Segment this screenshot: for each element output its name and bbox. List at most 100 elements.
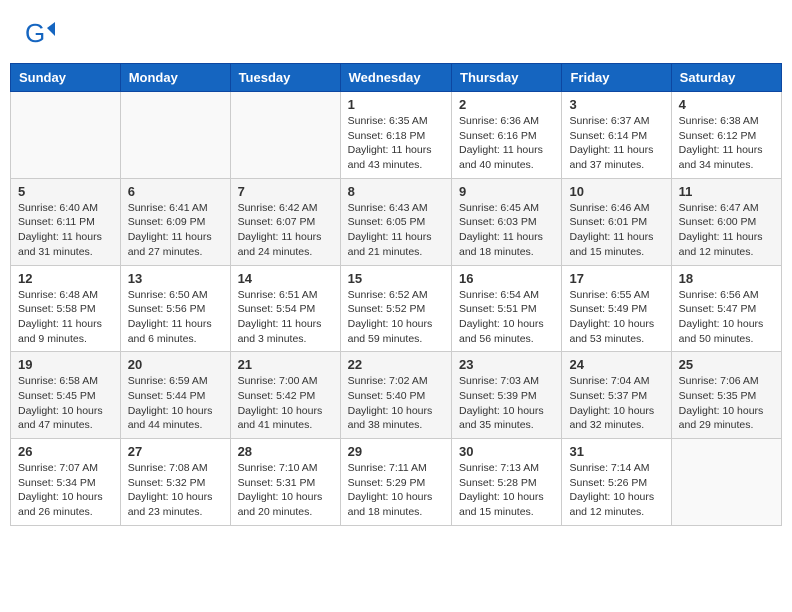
day-number: 20 <box>128 357 223 372</box>
day-number: 10 <box>569 184 663 199</box>
calendar-cell: 19 Sunrise: 6:58 AM Sunset: 5:45 PM Dayli… <box>11 352 121 439</box>
day-number: 6 <box>128 184 223 199</box>
calendar-cell: 6 Sunrise: 6:41 AM Sunset: 6:09 PM Daylig… <box>120 178 230 265</box>
day-number: 16 <box>459 271 554 286</box>
day-number: 26 <box>18 444 113 459</box>
calendar-cell: 11 Sunrise: 6:47 AM Sunset: 6:00 PM Dayli… <box>671 178 781 265</box>
day-number: 5 <box>18 184 113 199</box>
calendar-cell: 5 Sunrise: 6:40 AM Sunset: 6:11 PM Daylig… <box>11 178 121 265</box>
calendar-cell: 8Sunrise: 6:43 AM Sunset: 6:05 PM Daylig… <box>340 178 451 265</box>
svg-text:G: G <box>25 20 45 48</box>
day-info: Sunrise: 6:45 AM Sunset: 6:03 PM Dayligh… <box>459 201 554 260</box>
day-info: Sunrise: 7:06 AM Sunset: 5:35 PM Dayligh… <box>679 374 774 433</box>
calendar-cell <box>671 439 781 526</box>
day-number: 28 <box>238 444 333 459</box>
day-info: Sunrise: 7:02 AM Sunset: 5:40 PM Dayligh… <box>348 374 444 433</box>
calendar-cell: 22 Sunrise: 7:02 AM Sunset: 5:40 PM Dayli… <box>340 352 451 439</box>
day-info: Sunrise: 6:51 AM Sunset: 5:54 PM Dayligh… <box>238 288 333 347</box>
day-info: Sunrise: 6:52 AM Sunset: 5:52 PM Dayligh… <box>348 288 444 347</box>
day-info: Sunrise: 6:46 AM Sunset: 6:01 PM Dayligh… <box>569 201 663 260</box>
calendar-cell: 17 Sunrise: 6:55 AM Sunset: 5:49 PM Dayli… <box>562 265 671 352</box>
day-number: 11 <box>679 184 774 199</box>
week-row-5: 26Sunrise: 7:07 AM Sunset: 5:34 PM Dayli… <box>11 439 782 526</box>
day-info: Sunrise: 7:13 AM Sunset: 5:28 PM Dayligh… <box>459 461 554 520</box>
day-number: 17 <box>569 271 663 286</box>
day-number: 2 <box>459 97 554 112</box>
day-info: Sunrise: 7:14 AM Sunset: 5:26 PM Dayligh… <box>569 461 663 520</box>
logo-icon: G <box>25 20 55 50</box>
calendar-cell: 18 Sunrise: 6:56 AM Sunset: 5:47 PM Dayli… <box>671 265 781 352</box>
day-info: Sunrise: 6:47 AM Sunset: 6:00 PM Dayligh… <box>679 201 774 260</box>
calendar-table: SundayMondayTuesdayWednesdayThursdayFrid… <box>10 63 782 526</box>
day-info: Sunrise: 6:36 AM Sunset: 6:16 PM Dayligh… <box>459 114 554 173</box>
day-number: 30 <box>459 444 554 459</box>
day-number: 7 <box>238 184 333 199</box>
day-info: Sunrise: 6:35 AM Sunset: 6:18 PM Dayligh… <box>348 114 444 173</box>
day-number: 22 <box>348 357 444 372</box>
week-row-3: 12Sunrise: 6:48 AM Sunset: 5:58 PM Dayli… <box>11 265 782 352</box>
calendar-cell: 31Sunrise: 7:14 AM Sunset: 5:26 PM Dayli… <box>562 439 671 526</box>
day-info: Sunrise: 6:37 AM Sunset: 6:14 PM Dayligh… <box>569 114 663 173</box>
calendar-cell: 10 Sunrise: 6:46 AM Sunset: 6:01 PM Dayli… <box>562 178 671 265</box>
day-info: Sunrise: 6:59 AM Sunset: 5:44 PM Dayligh… <box>128 374 223 433</box>
day-info: Sunrise: 6:42 AM Sunset: 6:07 PM Dayligh… <box>238 201 333 260</box>
day-info: Sunrise: 7:04 AM Sunset: 5:37 PM Dayligh… <box>569 374 663 433</box>
weekday-header-thursday: Thursday <box>452 64 562 92</box>
day-info: Sunrise: 6:41 AM Sunset: 6:09 PM Dayligh… <box>128 201 223 260</box>
day-info: Sunrise: 6:58 AM Sunset: 5:45 PM Dayligh… <box>18 374 113 433</box>
day-info: Sunrise: 7:03 AM Sunset: 5:39 PM Dayligh… <box>459 374 554 433</box>
day-info: Sunrise: 6:54 AM Sunset: 5:51 PM Dayligh… <box>459 288 554 347</box>
calendar-cell: 14 Sunrise: 6:51 AM Sunset: 5:54 PM Dayli… <box>230 265 340 352</box>
page-header: G <box>10 10 782 55</box>
calendar-cell: 4 Sunrise: 6:38 AM Sunset: 6:12 PM Daylig… <box>671 92 781 179</box>
calendar-cell: 29 Sunrise: 7:11 AM Sunset: 5:29 PM Dayli… <box>340 439 451 526</box>
logo: G <box>25 20 58 50</box>
calendar-cell: 3 Sunrise: 6:37 AM Sunset: 6:14 PM Daylig… <box>562 92 671 179</box>
calendar-cell: 30 Sunrise: 7:13 AM Sunset: 5:28 PM Dayli… <box>452 439 562 526</box>
day-info: Sunrise: 6:50 AM Sunset: 5:56 PM Dayligh… <box>128 288 223 347</box>
day-info: Sunrise: 6:38 AM Sunset: 6:12 PM Dayligh… <box>679 114 774 173</box>
weekday-header-sunday: Sunday <box>11 64 121 92</box>
calendar-cell: 9Sunrise: 6:45 AM Sunset: 6:03 PM Daylig… <box>452 178 562 265</box>
calendar-cell: 26Sunrise: 7:07 AM Sunset: 5:34 PM Dayli… <box>11 439 121 526</box>
calendar-cell: 16 Sunrise: 6:54 AM Sunset: 5:51 PM Dayli… <box>452 265 562 352</box>
calendar-cell: 2 Sunrise: 6:36 AM Sunset: 6:16 PM Daylig… <box>452 92 562 179</box>
calendar-cell: 12Sunrise: 6:48 AM Sunset: 5:58 PM Dayli… <box>11 265 121 352</box>
day-number: 13 <box>128 271 223 286</box>
day-number: 23 <box>459 357 554 372</box>
day-info: Sunrise: 7:08 AM Sunset: 5:32 PM Dayligh… <box>128 461 223 520</box>
calendar-cell: 27Sunrise: 7:08 AM Sunset: 5:32 PM Dayli… <box>120 439 230 526</box>
day-info: Sunrise: 6:55 AM Sunset: 5:49 PM Dayligh… <box>569 288 663 347</box>
day-number: 29 <box>348 444 444 459</box>
calendar-cell <box>120 92 230 179</box>
day-number: 25 <box>679 357 774 372</box>
day-number: 19 <box>18 357 113 372</box>
day-info: Sunrise: 7:11 AM Sunset: 5:29 PM Dayligh… <box>348 461 444 520</box>
day-info: Sunrise: 7:10 AM Sunset: 5:31 PM Dayligh… <box>238 461 333 520</box>
weekday-header-saturday: Saturday <box>671 64 781 92</box>
day-info: Sunrise: 6:56 AM Sunset: 5:47 PM Dayligh… <box>679 288 774 347</box>
weekday-header-row: SundayMondayTuesdayWednesdayThursdayFrid… <box>11 64 782 92</box>
day-info: Sunrise: 6:43 AM Sunset: 6:05 PM Dayligh… <box>348 201 444 260</box>
calendar-cell: 23 Sunrise: 7:03 AM Sunset: 5:39 PM Dayli… <box>452 352 562 439</box>
day-number: 4 <box>679 97 774 112</box>
calendar-cell <box>230 92 340 179</box>
calendar-cell: 7 Sunrise: 6:42 AM Sunset: 6:07 PM Daylig… <box>230 178 340 265</box>
week-row-2: 5 Sunrise: 6:40 AM Sunset: 6:11 PM Daylig… <box>11 178 782 265</box>
day-number: 21 <box>238 357 333 372</box>
day-number: 14 <box>238 271 333 286</box>
day-info: Sunrise: 6:40 AM Sunset: 6:11 PM Dayligh… <box>18 201 113 260</box>
day-number: 12 <box>18 271 113 286</box>
weekday-header-wednesday: Wednesday <box>340 64 451 92</box>
day-number: 18 <box>679 271 774 286</box>
weekday-header-monday: Monday <box>120 64 230 92</box>
week-row-4: 19 Sunrise: 6:58 AM Sunset: 5:45 PM Dayli… <box>11 352 782 439</box>
day-number: 15 <box>348 271 444 286</box>
weekday-header-tuesday: Tuesday <box>230 64 340 92</box>
weekday-header-friday: Friday <box>562 64 671 92</box>
calendar-cell: 24Sunrise: 7:04 AM Sunset: 5:37 PM Dayli… <box>562 352 671 439</box>
calendar-cell: 1Sunrise: 6:35 AM Sunset: 6:18 PM Daylig… <box>340 92 451 179</box>
day-number: 3 <box>569 97 663 112</box>
calendar-cell: 15 Sunrise: 6:52 AM Sunset: 5:52 PM Dayli… <box>340 265 451 352</box>
calendar-cell: 13 Sunrise: 6:50 AM Sunset: 5:56 PM Dayli… <box>120 265 230 352</box>
